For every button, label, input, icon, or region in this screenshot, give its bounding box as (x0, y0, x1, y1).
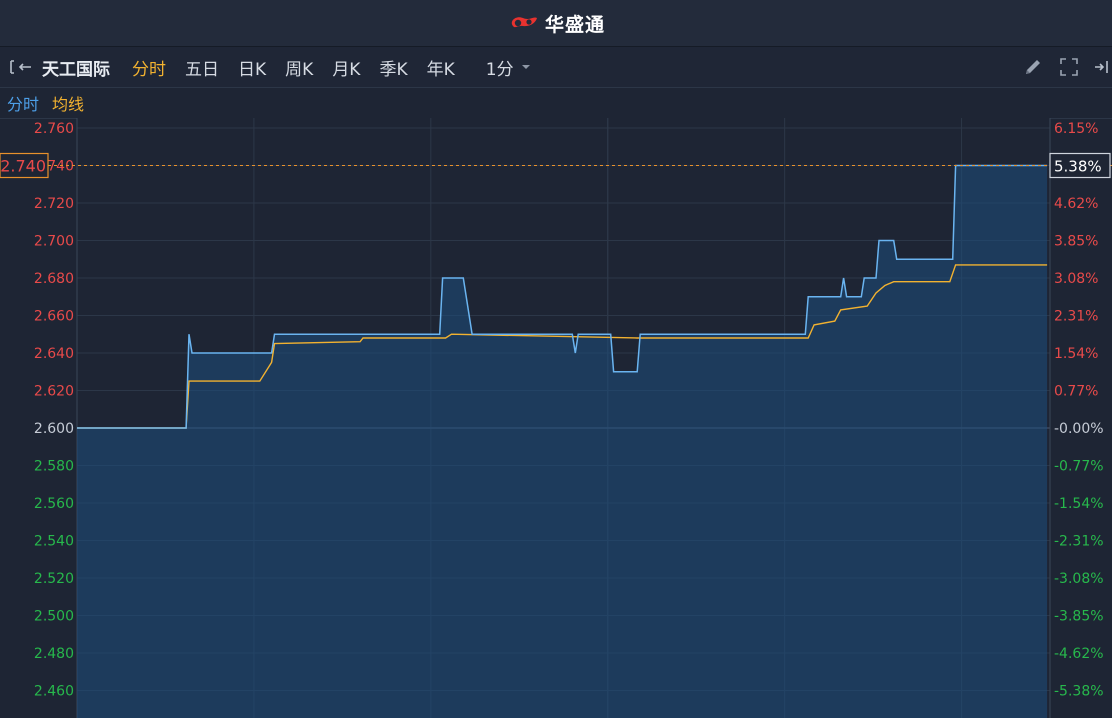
pencil-icon[interactable] (1022, 56, 1044, 78)
chart-toolbar: 天工国际 分时 五日 日K 周K 月K 季K 年K 1分 (0, 47, 1112, 88)
y-tick-label: 2.680 (34, 271, 74, 287)
crosshair-change-label: 5.38% (1054, 158, 1102, 176)
intraday-chart[interactable]: 2.760 6.15% 2.740 5.38% 2.720 4.62% 2.700 3.85%… (0, 118, 1112, 718)
y-tick-label-percent: 1.54% (1054, 346, 1098, 362)
brand-name: 华盛通 (544, 13, 605, 36)
y-tick-label: 2.660 (34, 309, 74, 325)
chart-legend: 分时 均线 (0, 88, 1112, 119)
y-tick-label: 2.520 (34, 571, 74, 587)
y-tick-label: 2.600 (34, 421, 74, 437)
tab-weekly-k[interactable]: 周K (285, 55, 313, 80)
legend-intraday: 分时 (7, 95, 40, 114)
y-tick-label: 2.580 (34, 459, 74, 475)
y-tick-label-percent: -5.38% (1054, 684, 1104, 700)
y-tick-label-percent: 0.77% (1054, 384, 1098, 400)
y-tick-label: 2.480 (34, 646, 74, 662)
stock-name: 天工国际 (42, 59, 110, 80)
fullscreen-icon[interactable] (1058, 56, 1080, 78)
tab-daily-k[interactable]: 日K (238, 55, 266, 80)
y-tick-label: 2.620 (34, 384, 74, 400)
tab-five-day[interactable]: 五日 (185, 55, 219, 80)
y-tick-label-percent: -3.85% (1054, 609, 1104, 625)
y-tick-label: 2.720 (34, 196, 74, 212)
y-tick-label: 2.700 (34, 234, 74, 250)
tab-yearly-k[interactable]: 年K (427, 55, 455, 80)
y-tick-label: 2.760 (34, 121, 74, 137)
y-tick-label-percent: -2.31% (1054, 534, 1104, 550)
period-select[interactable]: 1分 (486, 55, 532, 80)
y-tick-label-percent: -3.08% (1054, 571, 1104, 587)
app-header: 华盛通 (0, 0, 1112, 47)
y-tick-label: 2.640 (34, 346, 74, 362)
y-tick-label: 2.460 (34, 684, 74, 700)
y-tick-label: 2.560 (34, 496, 74, 512)
y-tick-label-percent: 3.85% (1054, 234, 1098, 250)
y-tick-label-percent: 6.15% (1054, 121, 1098, 137)
brand-logo-icon (511, 17, 537, 28)
collapse-panel-icon[interactable] (8, 57, 34, 77)
y-tick-label-percent: -4.62% (1054, 646, 1104, 662)
tab-monthly-k[interactable]: 月K (332, 55, 360, 80)
y-tick-label: 2.540 (34, 534, 74, 550)
period-value: 1分 (485, 59, 514, 80)
y-tick-label-percent: -0.77% (1054, 459, 1104, 475)
legend-average-line: 均线 (52, 95, 85, 114)
y-tick-label-percent: 3.08% (1054, 271, 1098, 287)
brand: 华盛通 (507, 10, 605, 37)
crosshair-price-label: 2.740 (0, 157, 46, 176)
expand-panel-icon[interactable] (1094, 56, 1110, 78)
chevron-down-icon (521, 65, 530, 69)
y-tick-label-percent: -1.54% (1054, 496, 1104, 512)
y-tick-label-percent: 4.62% (1054, 196, 1098, 212)
tab-intraday[interactable]: 分时 (132, 55, 166, 80)
y-tick-label: 2.500 (34, 609, 74, 625)
y-tick-label-percent: 2.31% (1054, 309, 1098, 325)
tab-quarterly-k[interactable]: 季K (379, 55, 407, 80)
y-tick-label-percent: -0.00% (1054, 421, 1104, 437)
